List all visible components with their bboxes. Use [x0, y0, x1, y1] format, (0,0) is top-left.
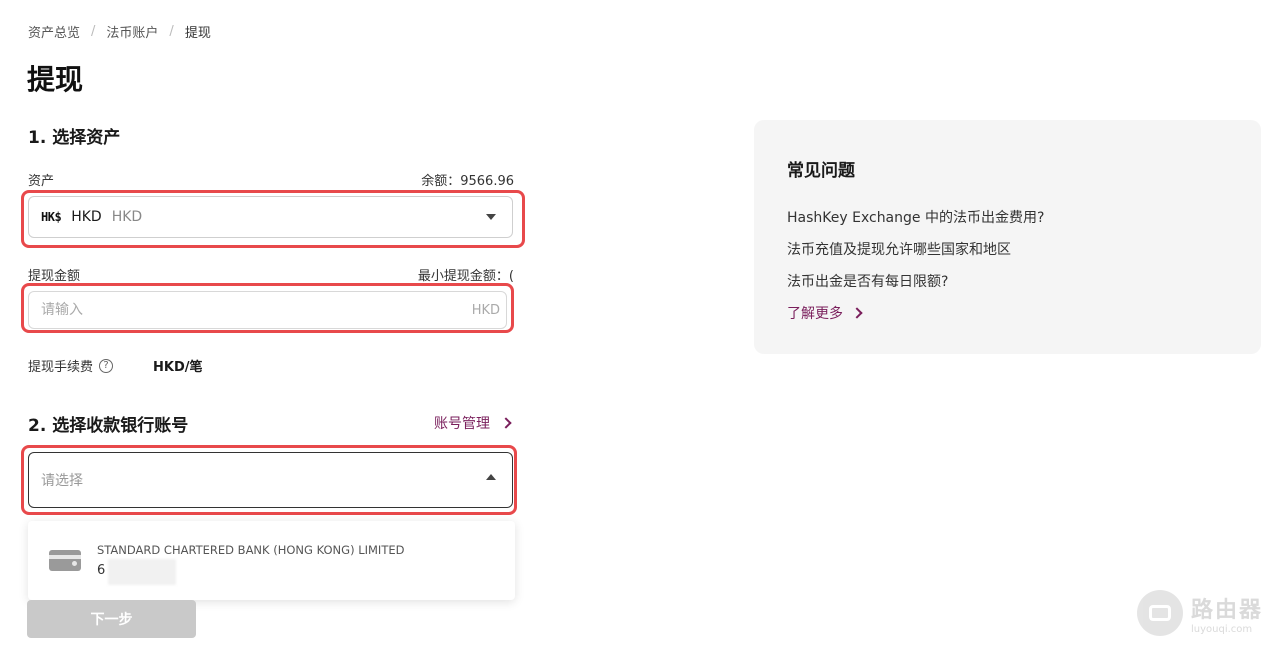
watermark-main-text: 路由器	[1191, 597, 1264, 623]
asset-code: HKD	[71, 209, 102, 225]
amount-input-wrapper: HKD	[28, 291, 507, 329]
watermark-logo: 路由器 luyouqi.com	[1137, 590, 1263, 636]
account-manage-link[interactable]: 账号管理	[434, 413, 512, 433]
faq-item-daily-limit[interactable]: 法币出金是否有每日限额?	[787, 271, 948, 291]
section-select-bank-title: 2. 选择收款银行账号	[28, 416, 189, 436]
amount-unit: HKD	[471, 303, 500, 318]
amount-input[interactable]	[29, 292, 429, 328]
breadcrumb-fiat-account[interactable]: 法币账户	[106, 22, 158, 41]
fee-value-redacted	[123, 359, 153, 373]
faq-item-fiat-fee[interactable]: HashKey Exchange 中的法币出金费用?	[787, 207, 1044, 227]
faq-card: 常见问题 HashKey Exchange 中的法币出金费用? 法币充值及提现允…	[754, 120, 1261, 354]
account-manage-label: 账号管理	[434, 416, 490, 432]
bank-name: STANDARD CHARTERED BANK (HONG KONG) LIMI…	[97, 543, 405, 557]
chevron-right-icon	[500, 417, 512, 429]
breadcrumb: 资产总览 / 法币账户 / 提现	[28, 22, 211, 41]
router-logo-icon	[1137, 590, 1183, 636]
caret-up-icon	[486, 474, 496, 480]
learn-more-label: 了解更多	[787, 306, 843, 322]
fee-row: 提现手续费 ? HKD/笔	[28, 356, 203, 375]
fee-label: 提现手续费	[28, 360, 94, 375]
watermark-sub-text: luyouqi.com	[1191, 623, 1253, 635]
learn-more-link[interactable]: 了解更多	[787, 303, 863, 323]
section-select-asset-title: 1. 选择资产	[28, 128, 121, 148]
bank-card-icon	[49, 550, 81, 571]
breadcrumb-withdraw: 提现	[184, 26, 211, 41]
breadcrumb-assets-overview[interactable]: 资产总览	[28, 22, 80, 41]
bank-select-placeholder: 请选择	[41, 473, 83, 489]
breadcrumb-separator: /	[91, 24, 96, 39]
asset-select[interactable]: HK$ HKD HKD	[28, 196, 513, 238]
page-title: 提现	[27, 63, 84, 96]
bank-dropdown-option[interactable]: STANDARD CHARTERED BANK (HONG KONG) LIMI…	[28, 521, 515, 600]
next-step-button[interactable]: 下一步	[27, 600, 196, 638]
caret-down-icon	[486, 214, 496, 220]
help-icon[interactable]: ?	[99, 358, 114, 373]
balance-text: 余额：9566.96	[421, 174, 514, 189]
asset-label: 资产	[28, 174, 55, 189]
faq-item-regions[interactable]: 法币充值及提现允许哪些国家和地区	[787, 239, 1011, 259]
hkd-logo-icon: HK$	[41, 210, 62, 224]
chevron-right-icon	[851, 307, 863, 319]
account-number-redaction	[108, 559, 176, 585]
faq-title: 常见问题	[787, 161, 855, 181]
bank-account-select[interactable]: 请选择	[28, 452, 513, 508]
breadcrumb-separator: /	[169, 24, 174, 39]
amount-label: 提现金额	[28, 269, 81, 284]
bank-account-number: 6	[97, 563, 106, 578]
min-amount-text: 最小提现金额：(	[417, 269, 514, 284]
asset-name: HKD	[111, 209, 143, 225]
fee-unit: HKD/笔	[153, 360, 203, 375]
